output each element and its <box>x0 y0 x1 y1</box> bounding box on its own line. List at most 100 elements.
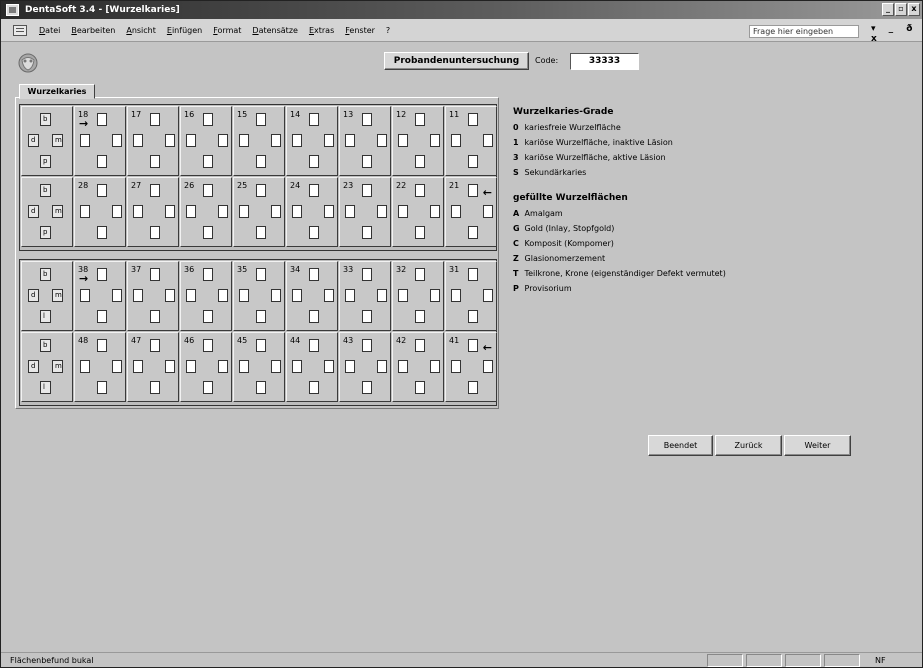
tooth-surface-bottom[interactable] <box>468 155 478 168</box>
tooth-surface-left[interactable] <box>345 205 355 218</box>
menu-datensaetze[interactable]: Datensätze <box>252 26 298 35</box>
tooth-surface-bottom[interactable] <box>256 310 266 323</box>
tooth-surface-top[interactable] <box>468 268 478 281</box>
tooth-surface-right[interactable] <box>377 205 387 218</box>
tooth-surface-left[interactable] <box>451 289 461 302</box>
tooth-surface-right[interactable] <box>218 360 228 373</box>
tooth-surface-bottom[interactable] <box>97 226 107 239</box>
tooth-surface-top[interactable] <box>415 268 425 281</box>
tooth-surface-bottom[interactable] <box>309 155 319 168</box>
tooth-surface-right[interactable] <box>377 289 387 302</box>
tooth-surface-bottom[interactable] <box>97 310 107 323</box>
tooth-surface-top[interactable] <box>468 113 478 126</box>
tooth-surface-bottom[interactable] <box>203 310 213 323</box>
tooth-surface-left[interactable] <box>186 205 196 218</box>
document-menu-icon[interactable] <box>13 25 27 36</box>
tooth-surface-left[interactable] <box>239 360 249 373</box>
tooth-surface-bottom[interactable] <box>203 226 213 239</box>
tooth-33[interactable]: 33 <box>339 261 391 331</box>
menu-bearbeiten[interactable]: Bearbeiten <box>71 26 115 35</box>
tooth-surface-right[interactable] <box>218 289 228 302</box>
tooth-surface-left[interactable] <box>292 134 302 147</box>
tooth-surface-top[interactable] <box>256 339 266 352</box>
code-field[interactable]: 33333 <box>570 53 639 70</box>
tooth-surface-right[interactable] <box>112 289 122 302</box>
tooth-47[interactable]: 47 <box>127 332 179 402</box>
tooth-surface-left[interactable] <box>398 134 408 147</box>
tooth-surface-left[interactable] <box>345 360 355 373</box>
menu-einfuegen[interactable]: Einfügen <box>167 26 202 35</box>
tooth-surface-left[interactable] <box>239 205 249 218</box>
tooth-surface-top[interactable] <box>362 268 372 281</box>
tooth-surface-top[interactable] <box>256 184 266 197</box>
tooth-surface-left[interactable] <box>133 205 143 218</box>
tooth-31[interactable]: 31 <box>445 261 497 331</box>
tooth-surface-top[interactable] <box>468 184 478 197</box>
tooth-surface-right[interactable] <box>483 205 493 218</box>
tooth-surface-top[interactable] <box>203 113 213 126</box>
tooth-surface-bottom[interactable] <box>150 381 160 394</box>
tooth-surface-bottom[interactable] <box>468 226 478 239</box>
tooth-surface-right[interactable] <box>112 134 122 147</box>
tooth-surface-left[interactable] <box>239 134 249 147</box>
minimize-button[interactable]: _ <box>882 3 894 16</box>
tooth-surface-bottom[interactable] <box>309 310 319 323</box>
tooth-34[interactable]: 34 <box>286 261 338 331</box>
restore-button[interactable]: ▫ <box>895 3 907 16</box>
tooth-42[interactable]: 42 <box>392 332 444 402</box>
tab-wurzelkaries[interactable]: Wurzelkaries <box>19 84 95 99</box>
tooth-surface-top[interactable] <box>309 339 319 352</box>
tooth-surface-right[interactable] <box>165 134 175 147</box>
probandenuntersuchung-button[interactable]: Probandenuntersuchung <box>384 52 529 70</box>
help-question-input[interactable]: Frage hier eingeben <box>749 25 859 38</box>
tooth-surface-top[interactable] <box>97 268 107 281</box>
zurueck-button[interactable]: Zurück <box>715 435 782 456</box>
tooth-surface-top[interactable] <box>415 113 425 126</box>
menu-ansicht[interactable]: Ansicht <box>126 26 156 35</box>
tooth-11[interactable]: 11 <box>445 106 497 176</box>
tooth-45[interactable]: 45 <box>233 332 285 402</box>
tooth-surface-bottom[interactable] <box>415 226 425 239</box>
tooth-surface-top[interactable] <box>415 339 425 352</box>
tooth-surface-left[interactable] <box>133 360 143 373</box>
tooth-surface-right[interactable] <box>218 134 228 147</box>
tooth-surface-left[interactable] <box>292 360 302 373</box>
tooth-46[interactable]: 46 <box>180 332 232 402</box>
tooth-surface-bottom[interactable] <box>415 155 425 168</box>
tooth-surface-top[interactable] <box>309 113 319 126</box>
tooth-surface-top[interactable] <box>97 184 107 197</box>
tooth-surface-top[interactable] <box>150 339 160 352</box>
tooth-surface-top[interactable] <box>203 268 213 281</box>
tooth-surface-left[interactable] <box>80 205 90 218</box>
tooth-28[interactable]: 28 <box>74 177 126 247</box>
tooth-surface-top[interactable] <box>362 339 372 352</box>
tooth-surface-top[interactable] <box>97 339 107 352</box>
tooth-surface-right[interactable] <box>165 360 175 373</box>
tooth-surface-right[interactable] <box>271 289 281 302</box>
tooth-surface-right[interactable] <box>324 289 334 302</box>
menu-datei[interactable]: Datei <box>39 26 60 35</box>
tooth-surface-right[interactable] <box>165 289 175 302</box>
tooth-48[interactable]: 48 <box>74 332 126 402</box>
tooth-25[interactable]: 25 <box>233 177 285 247</box>
tooth-surface-left[interactable] <box>133 289 143 302</box>
tooth-surface-top[interactable] <box>309 184 319 197</box>
tooth-surface-bottom[interactable] <box>150 155 160 168</box>
tooth-12[interactable]: 12 <box>392 106 444 176</box>
close-button[interactable]: x <box>908 3 920 16</box>
tooth-37[interactable]: 37 <box>127 261 179 331</box>
tooth-surface-bottom[interactable] <box>203 155 213 168</box>
tooth-surface-left[interactable] <box>398 205 408 218</box>
tooth-surface-bottom[interactable] <box>150 310 160 323</box>
tooth-surface-left[interactable] <box>239 289 249 302</box>
tooth-surface-bottom[interactable] <box>256 155 266 168</box>
tooth-surface-bottom[interactable] <box>203 381 213 394</box>
tooth-surface-top[interactable] <box>97 113 107 126</box>
tooth-surface-left[interactable] <box>186 134 196 147</box>
tooth-17[interactable]: 17 <box>127 106 179 176</box>
tooth-surface-top[interactable] <box>415 184 425 197</box>
tooth-surface-bottom[interactable] <box>415 381 425 394</box>
tooth-surface-right[interactable] <box>112 205 122 218</box>
tooth-surface-left[interactable] <box>398 360 408 373</box>
tooth-36[interactable]: 36 <box>180 261 232 331</box>
